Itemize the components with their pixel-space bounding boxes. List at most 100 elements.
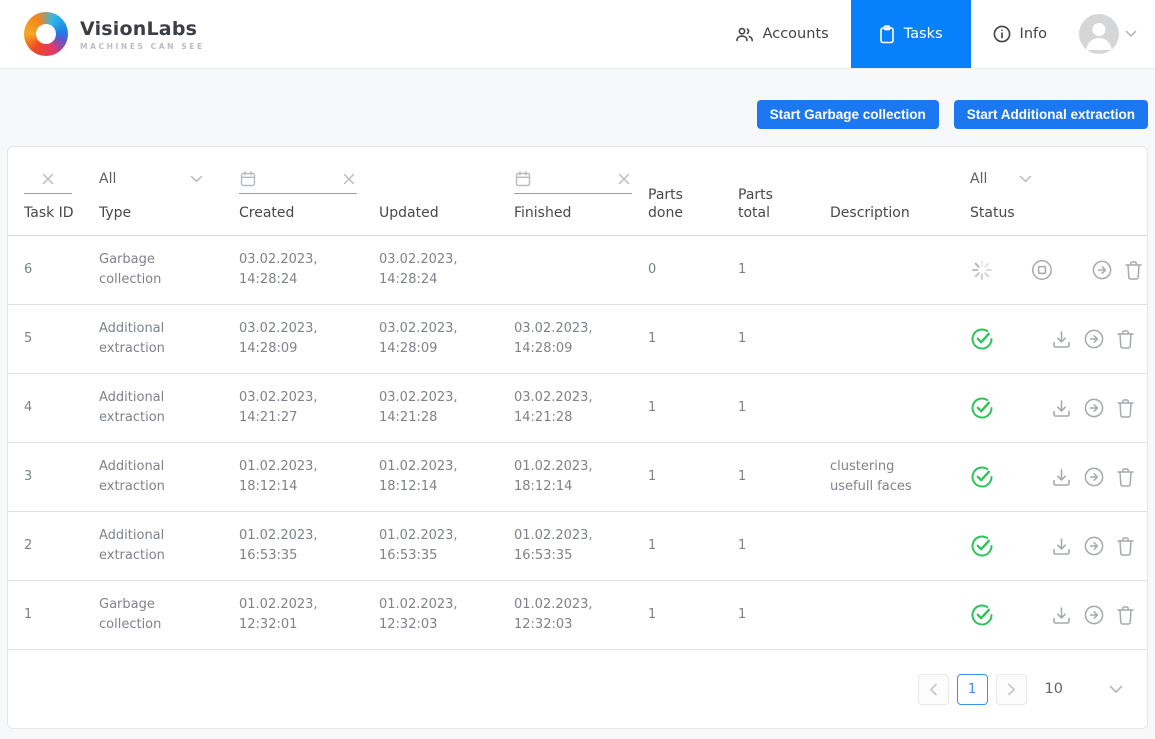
download-button[interactable] bbox=[1051, 467, 1072, 488]
brand-tagline: MACHINES CAN SEE bbox=[80, 42, 205, 51]
created-date-filter[interactable] bbox=[239, 165, 357, 194]
parts-done-cell: 1 bbox=[648, 536, 738, 556]
column-type: All Type bbox=[99, 147, 239, 235]
start-garbage-collection-button[interactable]: Start Garbage collection bbox=[757, 100, 939, 129]
download-result-icon bbox=[1051, 398, 1072, 419]
nav-item-info[interactable]: Info bbox=[971, 0, 1069, 68]
brand: VisionLabs MACHINES CAN SEE bbox=[24, 12, 205, 56]
status-success-check-icon bbox=[970, 327, 994, 351]
calendar-icon[interactable] bbox=[514, 170, 532, 188]
open-button[interactable] bbox=[1083, 535, 1105, 557]
nav-label: Tasks bbox=[904, 26, 943, 42]
row-actions bbox=[1030, 328, 1147, 350]
delete-button[interactable] bbox=[1116, 605, 1135, 626]
updated-cell: 01.02.2023, 18:12:14 bbox=[379, 457, 514, 497]
created-cell: 03.02.2023, 14:28:24 bbox=[239, 250, 379, 290]
table-row: 1Garbage collection01.02.2023, 12:32:010… bbox=[8, 581, 1147, 650]
clear-icon[interactable] bbox=[616, 171, 632, 187]
task-id-cell: 4 bbox=[24, 398, 99, 418]
download-result-icon bbox=[1051, 467, 1072, 488]
start-additional-extraction-button[interactable]: Start Additional extraction bbox=[954, 100, 1148, 129]
nav-item-accounts[interactable]: Accounts bbox=[713, 0, 851, 68]
download-result-icon bbox=[1051, 536, 1072, 557]
status-success-check-icon bbox=[970, 534, 994, 558]
finished-cell: 03.02.2023, 14:21:28 bbox=[514, 388, 648, 428]
column-parts-total: Parts total bbox=[738, 147, 830, 235]
open-button[interactable] bbox=[1091, 259, 1113, 281]
type-cell: Garbage collection bbox=[99, 250, 239, 290]
updated-cell: 01.02.2023, 16:53:35 bbox=[379, 526, 514, 566]
parts-total-cell: 1 bbox=[738, 467, 830, 487]
download-button[interactable] bbox=[1051, 329, 1072, 350]
row-actions bbox=[1030, 397, 1147, 419]
chevron-down-icon bbox=[1109, 685, 1123, 694]
description-cell: clustering usefull faces bbox=[830, 457, 964, 497]
calendar-icon[interactable] bbox=[239, 170, 257, 188]
nav-label: Info bbox=[1020, 26, 1047, 42]
download-button[interactable] bbox=[1051, 536, 1072, 557]
status-success-check-icon bbox=[970, 396, 994, 420]
clear-icon[interactable] bbox=[341, 171, 357, 187]
parts-total-cell: 1 bbox=[738, 329, 830, 349]
previous-page-button[interactable] bbox=[918, 674, 949, 705]
next-page-button[interactable] bbox=[996, 674, 1027, 705]
column-status: All Status bbox=[970, 147, 1147, 235]
trash-icon bbox=[1116, 467, 1135, 488]
delete-button[interactable] bbox=[1116, 536, 1135, 557]
status-cell bbox=[970, 327, 1030, 351]
column-created: Created bbox=[239, 147, 379, 235]
delete-button[interactable] bbox=[1116, 329, 1135, 350]
open-task-icon bbox=[1083, 466, 1105, 488]
parts-done-cell: 0 bbox=[648, 260, 738, 280]
open-button[interactable] bbox=[1083, 328, 1105, 350]
parts-done-cell: 1 bbox=[648, 605, 738, 625]
task-id-filter[interactable] bbox=[24, 165, 72, 194]
delete-button[interactable] bbox=[1116, 398, 1135, 419]
column-parts-done: Parts done bbox=[648, 147, 738, 235]
delete-button[interactable] bbox=[1124, 260, 1143, 281]
status-cell bbox=[970, 258, 1030, 282]
type-filter-select[interactable]: All bbox=[99, 165, 215, 194]
status-filter-select[interactable]: All bbox=[970, 165, 1147, 194]
status-cell bbox=[970, 534, 1030, 558]
open-task-icon bbox=[1091, 259, 1113, 281]
table-footer: 1 10 bbox=[8, 650, 1147, 728]
user-menu[interactable] bbox=[1069, 14, 1155, 54]
stop-task-icon bbox=[1030, 258, 1054, 282]
topbar: VisionLabs MACHINES CAN SEE Accounts Tas… bbox=[0, 0, 1155, 69]
download-button[interactable] bbox=[1051, 398, 1072, 419]
download-button[interactable] bbox=[1051, 605, 1072, 626]
column-description: Description bbox=[830, 147, 970, 235]
chevron-right-icon bbox=[1007, 683, 1016, 696]
stop-button[interactable] bbox=[1030, 258, 1054, 282]
visionlabs-logo-icon bbox=[24, 12, 68, 56]
trash-icon bbox=[1116, 536, 1135, 557]
status-cell bbox=[970, 603, 1030, 627]
table-row: 5Additional extraction03.02.2023, 14:28:… bbox=[8, 305, 1147, 374]
parts-done-cell: 1 bbox=[648, 398, 738, 418]
nav-item-tasks[interactable]: Tasks bbox=[851, 0, 971, 68]
open-button[interactable] bbox=[1083, 397, 1105, 419]
page-size-value: 10 bbox=[1045, 681, 1063, 697]
task-id-cell: 5 bbox=[24, 329, 99, 349]
type-cell: Garbage collection bbox=[99, 595, 239, 635]
open-button[interactable] bbox=[1083, 466, 1105, 488]
page-size-select[interactable] bbox=[1109, 685, 1123, 694]
status-success-check-icon bbox=[970, 603, 994, 627]
delete-button[interactable] bbox=[1116, 467, 1135, 488]
parts-total-cell: 1 bbox=[738, 536, 830, 556]
main-nav: Accounts Tasks Info bbox=[713, 0, 1155, 68]
column-updated: Updated bbox=[379, 147, 514, 235]
table-header: Task ID All Type Cr bbox=[8, 147, 1147, 236]
page-number-button[interactable]: 1 bbox=[957, 674, 988, 705]
finished-date-filter[interactable] bbox=[514, 165, 632, 194]
clear-icon[interactable] bbox=[40, 171, 56, 187]
people-icon bbox=[735, 26, 754, 43]
finished-cell: 01.02.2023, 12:32:03 bbox=[514, 595, 648, 635]
row-actions bbox=[1030, 604, 1147, 626]
open-button[interactable] bbox=[1083, 604, 1105, 626]
column-task-id: Task ID bbox=[24, 147, 99, 235]
created-cell: 01.02.2023, 16:53:35 bbox=[239, 526, 379, 566]
row-actions bbox=[1030, 535, 1147, 557]
open-task-icon bbox=[1083, 604, 1105, 626]
